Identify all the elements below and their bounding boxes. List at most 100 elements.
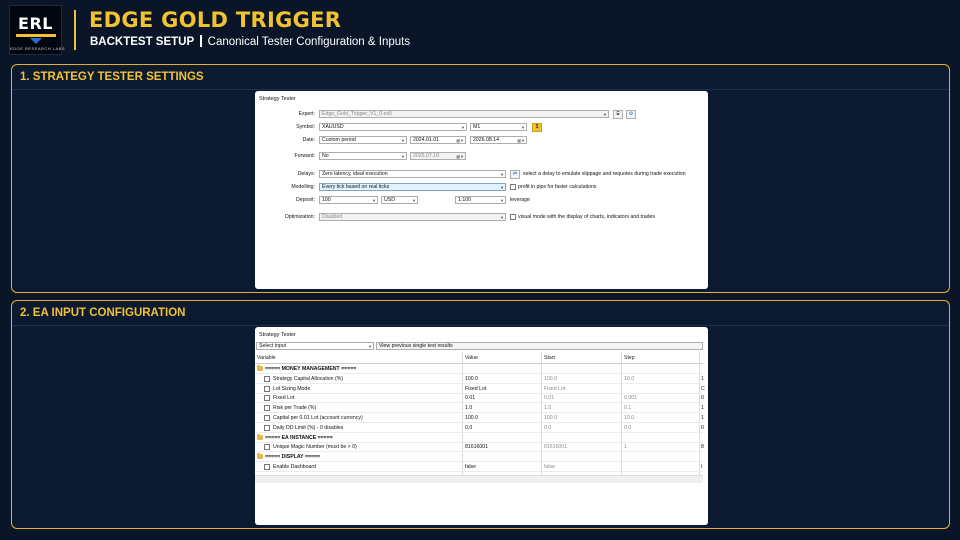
cell-value: false [465,464,476,470]
expert-properties-icon[interactable]: ⌸ [613,109,623,119]
cell-start: 100.0 [544,375,557,382]
cell-value: 0.01 [465,395,476,402]
optimize-checkbox[interactable] [264,375,270,382]
header: ERL EDGE RESEARCH LABS EDGE GOLD TRIGGER… [0,0,960,60]
table-group-row[interactable]: ===== EA INSTANCE ===== [255,433,703,443]
leverage-select[interactable]: 1:100 ▼ [455,196,506,204]
table-row[interactable]: Daily DD Limit (%) - 0 disables 0.0 0.0 0.0… [255,424,704,433]
brand-logo: ERL EDGE RESEARCH LABS [9,5,66,55]
table-horizontal-scrollbar[interactable] [255,475,703,483]
logo-arrow-icon [30,38,42,44]
deposit-select[interactable]: 100 ▼ [319,196,378,204]
cell-start: 100.0 [544,415,557,421]
col-variable: Variable [257,355,276,361]
cell-value: Fixed Lot [465,385,487,392]
optimize-checkbox[interactable] [264,415,270,421]
modelling-label: Modelling: [291,184,315,190]
expert-select[interactable]: Edge_Gold_Trigger_V1_0.ex5 ▼ [319,110,609,118]
section-ea-inputs: 2. EA INPUT CONFIGURATION Strategy Teste… [11,300,950,529]
visual-mode-label: visual mode with the display of charts, … [518,214,655,220]
subtitle-strong: BACKTEST SETUP [90,36,195,48]
cell-start: 81616001 [544,444,568,451]
table-row[interactable]: Risk per Trade (%) 1.0 1.0 0.1 1 [255,404,704,414]
cell-start: 0.0 [544,424,552,431]
forward-date-field[interactable]: 2025.07.10 ▦▼ [410,152,466,160]
folder-icon [257,433,263,440]
delays-settings-icon[interactable]: ⇄ [510,169,520,179]
table-row[interactable]: Capital per 0.01 Lot (account currency) 1… [255,414,704,423]
section-tester-settings: 1. STRATEGY TESTER SETTINGS Strategy Tes… [11,64,950,293]
cell-variable: Daily DD Limit (%) - 0 disables [273,424,344,431]
deposit-label: Deposit: [295,197,315,203]
expert-label: Expert: [298,111,315,117]
cell-variable: Fixed Lot [273,395,295,402]
profit-pips-checkbox[interactable] [510,184,516,190]
logo-subtext: EDGE RESEARCH LABS [10,46,66,51]
cell-variable: Strategy Capital Allocation (%) [273,375,344,382]
cell-variable: Enable Dashboard [273,464,316,470]
timeframe-select[interactable]: M1 ▼ [470,123,527,131]
optimization-label: Optimization: [284,214,315,220]
subtitle-rest: Canonical Tester Configuration & Inputs [207,36,411,48]
ea-inputs-panel: Strategy Tester Select input ▼ View previ… [255,327,708,525]
date-from-field[interactable]: 2024.01.01 ▦▼ [410,136,466,144]
cell-step: 0.1 [624,405,632,412]
col-start: Start [544,355,555,361]
table-group-row[interactable]: ===== MONEY MANAGEMENT ===== [255,365,703,374]
date-to-field[interactable]: 2026.08.14 ▦▼ [470,136,527,144]
view-previous-results-button[interactable]: View previous single test results [376,342,703,350]
optimization-select[interactable]: Disabled ▼ [319,213,506,221]
symbol-select[interactable]: XAUUSD ▼ [319,123,467,131]
cell-variable: Unique Magic Number (must be > 0) [273,444,357,451]
optimize-checkbox[interactable] [264,464,270,470]
cell-stop: 1 [701,415,704,421]
page-title: EDGE GOLD TRIGGER [89,8,342,32]
forward-label: Forward: [294,153,315,159]
cell-start: 1.0 [544,405,552,412]
leverage-label: leverage [510,197,530,203]
subtitle-separator [200,35,202,47]
forward-select[interactable]: No ▼ [319,152,407,160]
table-row[interactable]: Enable Dashboard false false t [255,463,703,472]
section-title: 1. STRATEGY TESTER SETTINGS [20,71,204,83]
delays-hint: select a delay to emulate slippage and r… [523,171,686,177]
date-label: Date: [302,137,315,143]
optimize-checkbox[interactable] [264,405,270,412]
cell-value: 81616001 [465,444,489,451]
currency-select[interactable]: USD ▼ [381,196,418,204]
cell-step: 10.0 [624,375,635,382]
select-input-dropdown[interactable]: Select input ▼ [256,342,374,350]
strategy-tester-panel: Strategy Tester Expert: Edge_Gold_Trigge… [255,91,708,289]
cell-stop: 0 [701,395,704,402]
optimize-checkbox[interactable] [264,444,270,451]
cell-start: false [544,464,555,470]
page-subtitle: BACKTEST SETUP Canonical Tester Configura… [90,35,410,48]
cell-value: 0.0 [465,424,473,431]
cell-value: 100.0 [465,375,478,382]
panel-title: Strategy Tester [259,332,296,338]
col-value: Value [465,355,478,361]
section-rule [12,325,949,326]
cell-stop: 1 [701,375,704,382]
symbol-properties-icon[interactable]: $ [532,122,542,132]
section-title: 2. EA INPUT CONFIGURATION [20,307,186,319]
cell-variable: Risk per Trade (%) [273,405,317,412]
gear-icon[interactable]: ⚙ [626,109,636,119]
inputs-table-header: Variable Value Start Step [255,352,703,364]
table-group-row[interactable]: ===== DISPLAY ===== [255,453,703,463]
table-row[interactable]: Fixed Lot 0.01 0.01 0.001 0 [255,394,704,404]
cell-step: 0.0 [624,424,632,431]
optimize-checkbox[interactable] [264,395,270,402]
table-row[interactable]: Strategy Capital Allocation (%) 100.0 100.… [255,375,704,384]
optimize-checkbox[interactable] [264,424,270,431]
table-row[interactable]: Unique Magic Number (must be > 0) 8161600… [255,443,704,453]
delays-select[interactable]: Zero latency, ideal execution ▼ [319,170,506,178]
modelling-select[interactable]: Every tick based on real ticks ▼ [319,183,506,191]
logo-letters: ERL [18,14,53,33]
table-row[interactable]: Lot Sizing Mode Fixed Lot Fixed Lot C [255,385,705,394]
title-divider [74,10,76,50]
cell-variable: ===== EA INSTANCE ===== [265,434,333,441]
date-mode-select[interactable]: Custom period ▼ [319,136,407,144]
optimize-checkbox[interactable] [264,385,270,392]
visual-mode-checkbox[interactable] [510,214,516,220]
